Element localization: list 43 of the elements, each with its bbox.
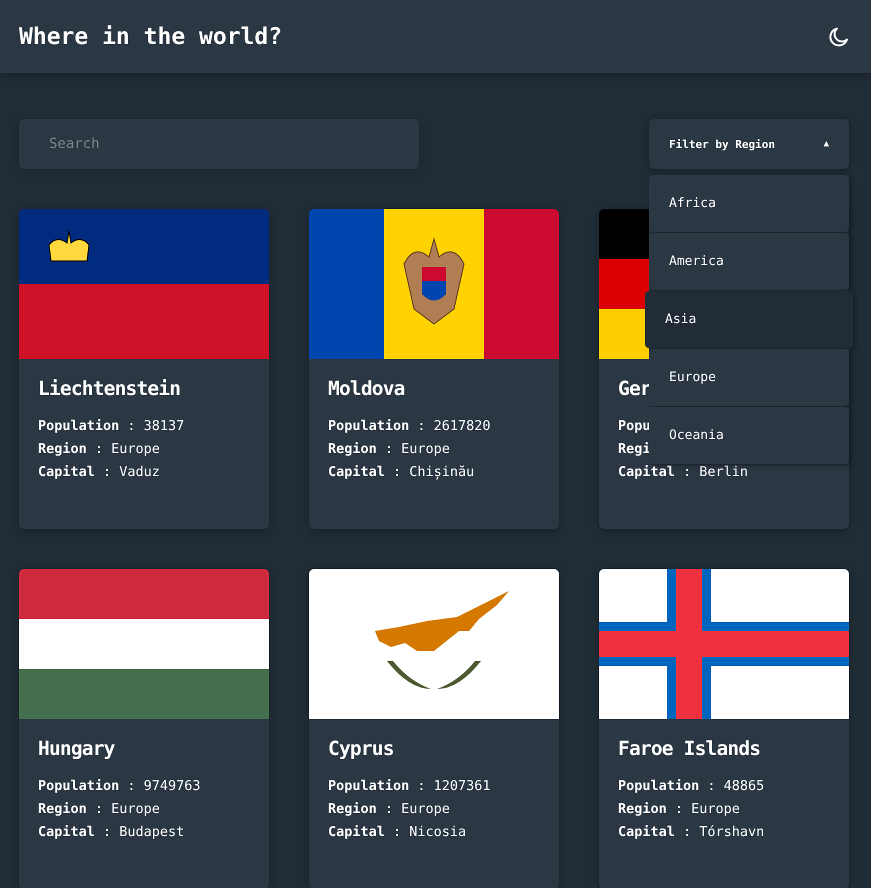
flag-icon [19, 569, 269, 719]
region-option[interactable]: America [649, 233, 849, 290]
country-info: Capital : Berlin [618, 463, 748, 482]
country-info: Population : 1207361 [328, 777, 491, 796]
country-name: Cyprus [328, 737, 394, 760]
country-info: Capital : Vaduz [38, 463, 160, 482]
country-card[interactable]: Faroe Islands Population : 48865 Region : Europe Capital : Tórshavn [599, 569, 849, 888]
country-info: Capital : Nicosia [328, 823, 466, 842]
country-card[interactable]: Hungary Population : 9749763 Region : Europe Capital : Budapest [19, 569, 269, 888]
region-option[interactable]: Africa [649, 175, 849, 232]
country-info: Region : Europe [38, 440, 160, 459]
country-info: Population : 48865 [618, 777, 764, 796]
country-card[interactable]: Cyprus Population : 1207361 Region : Europe Capital : Nicosia [309, 569, 559, 888]
region-filter-dropdown[interactable]: Filter by Region ▲ [649, 119, 849, 169]
site-title: Where in the world? [19, 24, 282, 50]
country-name: Faroe Islands [618, 737, 760, 760]
country-info: Popu [618, 417, 651, 436]
country-info: Population : 9749763 [38, 777, 201, 796]
country-name: Ger [618, 377, 651, 400]
country-info: Population : 2617820 [328, 417, 491, 436]
country-info: Population : 38137 [38, 417, 184, 436]
country-name: Liechtenstein [38, 377, 180, 400]
region-option[interactable]: Oceania [649, 407, 849, 464]
flag-icon [19, 209, 269, 359]
moon-icon[interactable] [827, 24, 851, 48]
country-card[interactable]: Moldova Population : 2617820 Region : Europe Capital : Chișinău [309, 209, 559, 529]
country-info: Region : Europe [328, 440, 450, 459]
country-card[interactable]: Liechtenstein Population : 38137 Region : Europe Capital : Vaduz [19, 209, 269, 529]
country-name: Hungary [38, 737, 115, 760]
country-info: Capital : Budapest [38, 823, 184, 842]
flag-icon [309, 569, 559, 719]
region-option[interactable]: Asia [645, 291, 853, 348]
country-name: Moldova [328, 377, 405, 400]
country-info: Capital : Tórshavn [618, 823, 764, 842]
country-info: Region : Europe [328, 800, 450, 819]
region-option[interactable]: Europe [649, 349, 849, 406]
flag-icon [599, 569, 849, 719]
flag-icon [309, 209, 559, 359]
country-info: Capital : Chișinău [328, 463, 474, 482]
country-info: Region : Europe [618, 800, 740, 819]
country-info: Regi [618, 440, 651, 459]
search-field[interactable]: Search [19, 119, 419, 169]
country-info: Region : Europe [38, 800, 160, 819]
